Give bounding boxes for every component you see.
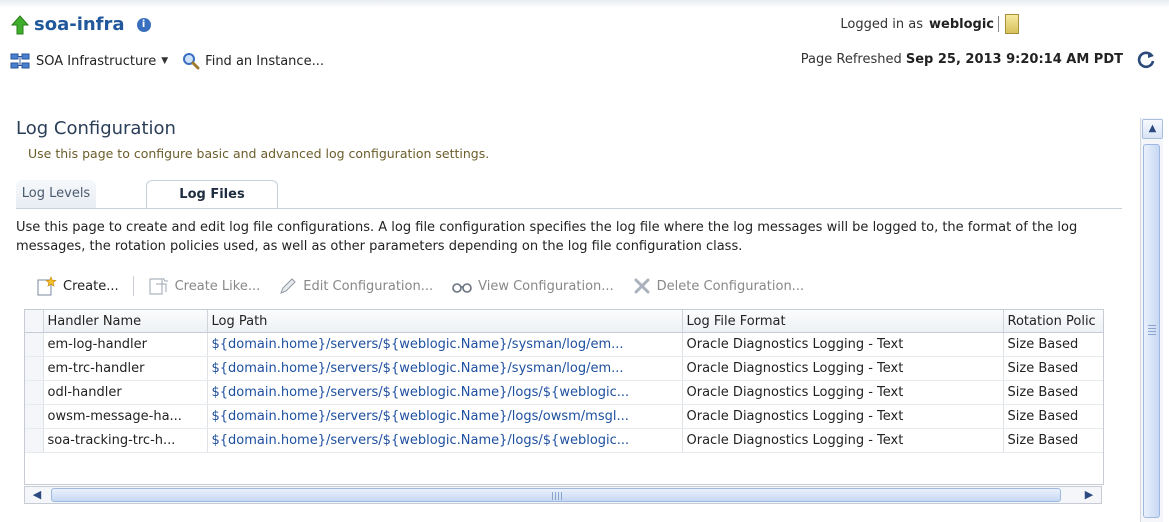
log-file-format-cell: Oracle Diagnostics Logging - Text xyxy=(682,332,1004,357)
scroll-grip xyxy=(1148,325,1156,335)
scroll-left-icon[interactable]: ◀ xyxy=(27,487,47,503)
table-row[interactable]: em-trc-handler ${domain.home}/servers/${… xyxy=(25,356,1103,381)
view-configuration-label: View Configuration... xyxy=(478,278,614,294)
edit-configuration-button[interactable]: Edit Configuration... xyxy=(278,276,433,296)
info-icon[interactable]: i xyxy=(136,17,151,32)
handler-name-cell: soa-tracking-trc-h... xyxy=(43,428,208,453)
rotation-policy-cell: Size Based xyxy=(1003,380,1103,405)
row-selector-header xyxy=(25,310,44,333)
handler-name-cell: em-trc-handler xyxy=(43,356,208,381)
row-selector[interactable] xyxy=(25,332,44,357)
host-icon xyxy=(1005,14,1019,34)
row-selector[interactable] xyxy=(25,404,44,429)
log-file-format-cell: Oracle Diagnostics Logging - Text xyxy=(682,356,1004,381)
table-header-row: Handler Name Log Path Log File Format Ro… xyxy=(25,310,1103,333)
pencil-icon xyxy=(280,278,296,294)
row-selector[interactable] xyxy=(25,428,44,453)
delete-configuration-label: Delete Configuration... xyxy=(656,278,805,294)
delete-configuration-button[interactable]: Delete Configuration... xyxy=(632,276,804,296)
table-row[interactable]: owsm-message-ha... ${domain.home}/server… xyxy=(25,404,1103,429)
create-like-icon xyxy=(149,277,168,295)
log-path-link[interactable]: ${domain.home}/servers/${weblogic.Name}/… xyxy=(207,404,683,429)
column-header-rotation-policy[interactable]: Rotation Polic xyxy=(1003,310,1103,333)
username: weblogic xyxy=(929,16,994,32)
table-row[interactable]: odl-handler ${domain.home}/servers/${web… xyxy=(25,380,1103,405)
tab-log-files[interactable]: Log Files xyxy=(146,180,278,209)
column-header-log-path[interactable]: Log Path xyxy=(207,310,683,333)
create-like-label: Create Like... xyxy=(174,278,261,294)
tab-log-levels[interactable]: Log Levels xyxy=(16,180,96,208)
column-header-handler-name[interactable]: Handler Name xyxy=(43,310,208,333)
handler-name-cell: owsm-message-ha... xyxy=(43,404,208,429)
tab-description: Use this page to create and edit log fil… xyxy=(16,220,1078,254)
target-menubar: SOA Infrastructure ▼ Find an Instance... xyxy=(10,52,324,70)
soa-infrastructure-menu-label: SOA Infrastructure xyxy=(36,53,157,69)
handler-name-cell: odl-handler xyxy=(43,380,208,405)
row-selector[interactable] xyxy=(25,380,44,405)
handler-name-cell: em-log-handler xyxy=(43,332,208,357)
scroll-right-icon[interactable]: ▶ xyxy=(1079,487,1099,503)
find-instance-label: Find an Instance... xyxy=(205,53,324,69)
log-file-format-cell: Oracle Diagnostics Logging - Text xyxy=(682,404,1004,429)
page-refreshed: Page Refreshed Sep 25, 2013 9:20:14 AM P… xyxy=(801,52,1123,67)
tab-divider xyxy=(16,208,1122,209)
log-path-link[interactable]: ${domain.home}/servers/${weblogic.Name}/… xyxy=(207,356,683,381)
vertical-scrollbar[interactable]: ▲ xyxy=(1140,118,1163,522)
page-description: Use this page to configure basic and adv… xyxy=(28,146,490,161)
page-title: Log Configuration xyxy=(16,118,176,139)
rotation-policy-cell: Size Based xyxy=(1003,332,1103,357)
horizontal-scrollbar[interactable]: ◀ ▶ xyxy=(24,486,1102,504)
login-info: Logged in as weblogic xyxy=(840,14,1129,34)
glasses-icon xyxy=(452,283,472,293)
log-path-link[interactable]: ${domain.home}/servers/${weblogic.Name}/… xyxy=(207,332,683,357)
row-selector[interactable] xyxy=(25,356,44,381)
target-title: soa-infra i xyxy=(10,14,151,35)
create-button[interactable]: Create... xyxy=(36,276,119,296)
toolbar: Create... Create Like... Edit Configurat… xyxy=(36,274,822,298)
refreshed-prefix: Page Refreshed xyxy=(800,52,902,67)
log-path-link[interactable]: ${domain.home}/servers/${weblogic.Name}/… xyxy=(207,380,683,405)
soa-infrastructure-menu[interactable]: SOA Infrastructure ▼ xyxy=(36,54,168,69)
log-files-table: Handler Name Log Path Log File Format Ro… xyxy=(24,309,1104,485)
target-name[interactable]: soa-infra xyxy=(34,14,125,35)
refresh-icon[interactable] xyxy=(1135,48,1157,70)
chevron-down-icon: ▼ xyxy=(161,56,169,66)
top-header: soa-infra i SOA Infrastructure ▼ Find an… xyxy=(0,0,1169,90)
log-file-format-cell: Oracle Diagnostics Logging - Text xyxy=(682,428,1004,453)
up-arrow-icon[interactable] xyxy=(10,14,30,35)
delete-icon xyxy=(634,278,650,294)
create-label: Create... xyxy=(63,278,119,294)
search-icon xyxy=(183,53,200,70)
tab-bar: Log Levels Log Files xyxy=(16,180,1122,209)
scroll-grip xyxy=(552,492,562,500)
rotation-policy-cell: Size Based xyxy=(1003,356,1103,381)
log-path-link[interactable]: ${domain.home}/servers/${weblogic.Name}/… xyxy=(207,428,683,453)
edit-configuration-label: Edit Configuration... xyxy=(303,278,434,294)
rotation-policy-cell: Size Based xyxy=(1003,428,1103,453)
toolbar-separator xyxy=(132,276,134,296)
create-like-button[interactable]: Create Like... xyxy=(148,276,261,296)
refreshed-time: Sep 25, 2013 9:20:14 AM PDT xyxy=(905,52,1123,67)
horizontal-scroll-thumb[interactable] xyxy=(51,488,1061,502)
vertical-scroll-thumb[interactable] xyxy=(1143,144,1160,518)
soa-infrastructure-icon xyxy=(10,53,30,69)
create-icon xyxy=(37,276,57,296)
header-shade xyxy=(0,0,1169,8)
find-instance-link[interactable]: Find an Instance... xyxy=(182,52,324,70)
table-row[interactable]: soa-tracking-trc-h... ${domain.home}/ser… xyxy=(25,428,1103,453)
table-row[interactable]: em-log-handler ${domain.home}/servers/${… xyxy=(25,332,1103,357)
login-prefix: Logged in as xyxy=(840,16,923,32)
view-configuration-button[interactable]: View Configuration... xyxy=(451,276,614,296)
rotation-policy-cell: Size Based xyxy=(1003,404,1103,429)
divider xyxy=(998,16,999,32)
main-content: Log Configuration Use this page to confi… xyxy=(0,96,1128,522)
log-file-format-cell: Oracle Diagnostics Logging - Text xyxy=(682,380,1004,405)
column-header-log-file-format[interactable]: Log File Format xyxy=(682,310,1004,333)
scroll-up-icon[interactable]: ▲ xyxy=(1142,119,1163,139)
